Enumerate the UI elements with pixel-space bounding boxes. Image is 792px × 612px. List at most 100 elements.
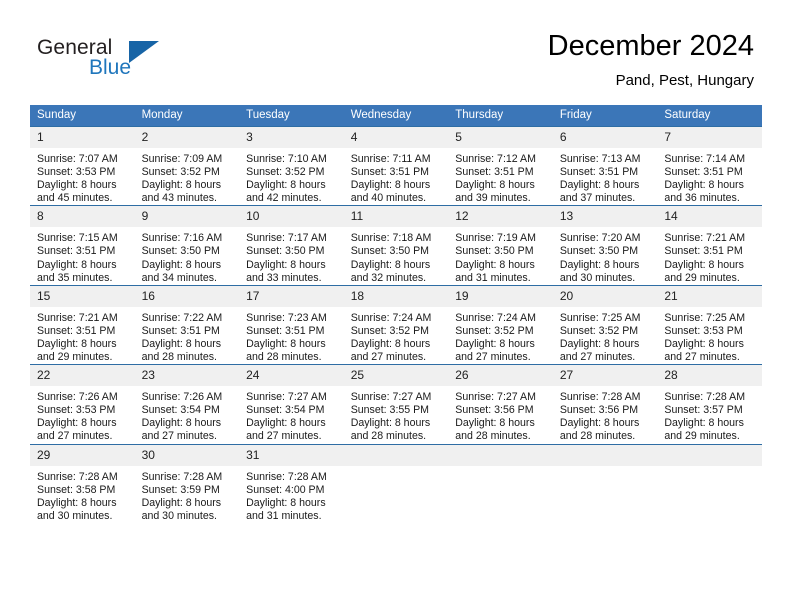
daylight-duration-line2: and 27 minutes. xyxy=(246,430,322,443)
day-details: Sunrise: 7:25 AM Sunset: 3:53 PM Daylight:… xyxy=(657,307,762,364)
calendar-body: 1 Sunrise: 7:07 AM Sunset: 3:53 PM Daylight… xyxy=(30,125,762,523)
calendar-day-cell[interactable]: 12 Sunrise: 7:19 AM Sunset: 3:50 PM Dayligh… xyxy=(448,205,553,286)
day-number xyxy=(343,444,449,466)
calendar-day-cell[interactable]: 18 Sunrise: 7:24 AM Sunset: 3:52 PM Dayligh… xyxy=(343,284,449,365)
daylight-duration-line1: Daylight: 8 hours xyxy=(37,179,117,192)
calendar-day-cell[interactable]: 26 Sunrise: 7:27 AM Sunset: 3:56 PM Dayligh… xyxy=(448,364,553,444)
sunset-time: Sunset: 3:51 PM xyxy=(246,324,325,337)
daylight-duration-line2: and 27 minutes. xyxy=(37,430,113,443)
calendar-page: General Blue December 2024 Pand, Pest, H… xyxy=(0,0,792,612)
calendar-day-cell[interactable]: 2 Sunrise: 7:09 AM Sunset: 3:52 PM Daylight… xyxy=(134,125,240,206)
day-details: Sunrise: 7:27 AM Sunset: 3:54 PM Daylight:… xyxy=(239,386,344,443)
daylight-duration-line1: Daylight: 8 hours xyxy=(37,258,117,271)
calendar-day-cell[interactable]: 24 Sunrise: 7:27 AM Sunset: 3:54 PM Dayligh… xyxy=(239,364,344,444)
calendar-day-cell[interactable]: 4 Sunrise: 7:11 AM Sunset: 3:51 PM Daylight… xyxy=(343,125,449,206)
sunset-time: Sunset: 3:55 PM xyxy=(350,404,430,417)
calendar-day-cell[interactable]: 31 Sunrise: 7:28 AM Sunset: 4:00 PM Dayligh… xyxy=(239,443,344,523)
sunrise-time: Sunrise: 7:27 AM xyxy=(246,391,327,404)
daylight-duration-line1: Daylight: 8 hours xyxy=(141,337,222,350)
day-number: 30 xyxy=(134,444,240,466)
sunset-time: Sunset: 3:56 PM xyxy=(455,404,534,417)
sunset-time: Sunset: 3:51 PM xyxy=(37,324,116,337)
calendar-day-cell[interactable]: 13 Sunrise: 7:20 AM Sunset: 3:50 PM Dayligh… xyxy=(552,205,658,286)
page-header: General Blue December 2024 Pand, Pest, H… xyxy=(0,0,792,96)
daylight-duration-line2: and 37 minutes. xyxy=(559,192,636,205)
daylight-duration-line1: Daylight: 8 hours xyxy=(559,337,640,350)
calendar-day-cell[interactable]: 7 Sunrise: 7:14 AM Sunset: 3:51 PM Daylight… xyxy=(657,125,762,206)
day-details: Sunrise: 7:25 AM Sunset: 3:52 PM Daylight:… xyxy=(553,307,658,364)
day-number: 16 xyxy=(134,285,240,307)
day-number: 28 xyxy=(657,365,762,387)
daylight-duration-line2: and 28 minutes. xyxy=(350,430,427,443)
sunrise-time: Sunrise: 7:17 AM xyxy=(246,232,327,245)
day-number: 8 xyxy=(30,206,135,228)
sunset-time: Sunset: 3:54 PM xyxy=(141,404,220,417)
calendar-day-cell[interactable]: 6 Sunrise: 7:13 AM Sunset: 3:51 PM Daylight… xyxy=(552,125,658,206)
weekday-header-friday: Friday xyxy=(552,105,658,127)
day-number: 7 xyxy=(657,127,762,148)
day-number: 25 xyxy=(343,365,449,387)
calendar-day-cell[interactable]: 9 Sunrise: 7:16 AM Sunset: 3:50 PM Daylight… xyxy=(134,205,240,286)
sunrise-time: Sunrise: 7:11 AM xyxy=(350,153,431,165)
calendar-day-cell[interactable]: 10 Sunrise: 7:17 AM Sunset: 3:50 PM Dayligh… xyxy=(239,205,344,286)
sunrise-time: Sunrise: 7:24 AM xyxy=(350,311,432,324)
day-number: 18 xyxy=(343,285,449,307)
day-details: Sunrise: 7:28 AM Sunset: 3:57 PM Daylight:… xyxy=(657,386,762,443)
daylight-duration-line1: Daylight: 8 hours xyxy=(664,337,744,350)
page-subtitle: Pand, Pest, Hungary xyxy=(615,72,754,89)
day-number: 13 xyxy=(552,206,658,228)
daylight-duration-line1: Daylight: 8 hours xyxy=(664,258,744,271)
calendar-day-cell[interactable]: 29 Sunrise: 7:28 AM Sunset: 3:58 PM Dayligh… xyxy=(30,443,135,523)
general-blue-logo[interactable]: General Blue xyxy=(37,36,237,86)
day-number: 27 xyxy=(552,365,658,387)
calendar-day-cell[interactable]: 3 Sunrise: 7:10 AM Sunset: 3:52 PM Daylight… xyxy=(239,125,344,206)
daylight-duration-line1: Daylight: 8 hours xyxy=(37,337,117,350)
calendar-day-cell[interactable]: 22 Sunrise: 7:26 AM Sunset: 3:53 PM Dayligh… xyxy=(30,364,135,444)
calendar-day-cell[interactable]: 17 Sunrise: 7:23 AM Sunset: 3:51 PM Dayligh… xyxy=(239,284,344,365)
calendar-day-cell[interactable]: 25 Sunrise: 7:27 AM Sunset: 3:55 PM Dayligh… xyxy=(343,364,449,444)
daylight-duration-line1: Daylight: 8 hours xyxy=(37,496,117,509)
sunrise-time: Sunrise: 7:28 AM xyxy=(37,470,118,483)
sunrise-time: Sunrise: 7:25 AM xyxy=(559,311,641,324)
calendar-day-cell[interactable]: 19 Sunrise: 7:24 AM Sunset: 3:52 PM Dayligh… xyxy=(448,284,553,365)
calendar-day-cell[interactable]: 5 Sunrise: 7:12 AM Sunset: 3:51 PM Daylight… xyxy=(448,125,553,206)
daylight-duration-line1: Daylight: 8 hours xyxy=(246,179,326,192)
calendar-day-cell[interactable]: 30 Sunrise: 7:28 AM Sunset: 3:59 PM Dayligh… xyxy=(134,443,240,523)
logo-text-blue: Blue xyxy=(89,56,132,79)
calendar-day-cell[interactable]: 21 Sunrise: 7:25 AM Sunset: 3:53 PM Dayligh… xyxy=(657,284,762,365)
day-details: Sunrise: 7:28 AM Sunset: 3:59 PM Daylight:… xyxy=(135,466,240,523)
sunset-time: Sunset: 3:50 PM xyxy=(455,245,534,258)
day-details: Sunrise: 7:24 AM Sunset: 3:52 PM Daylight:… xyxy=(448,307,553,364)
daylight-duration-line2: and 29 minutes. xyxy=(664,271,740,284)
day-details: Sunrise: 7:21 AM Sunset: 3:51 PM Daylight:… xyxy=(30,307,135,364)
daylight-duration-line2: and 36 minutes. xyxy=(664,192,740,205)
daylight-duration-line2: and 28 minutes. xyxy=(141,351,217,364)
day-number: 15 xyxy=(30,285,135,307)
calendar-day-cell[interactable]: 16 Sunrise: 7:22 AM Sunset: 3:51 PM Dayligh… xyxy=(134,284,240,365)
calendar-day-cell[interactable]: 1 Sunrise: 7:07 AM Sunset: 3:53 PM Daylight… xyxy=(30,125,135,206)
daylight-duration-line2: and 43 minutes. xyxy=(141,192,217,205)
sunrise-time: Sunrise: 7:27 AM xyxy=(455,391,536,404)
calendar-day-cell[interactable]: 20 Sunrise: 7:25 AM Sunset: 3:52 PM Dayligh… xyxy=(552,284,658,365)
sunset-time: Sunset: 3:58 PM xyxy=(37,483,116,496)
sunset-time: Sunset: 3:50 PM xyxy=(350,245,430,258)
calendar-day-cell[interactable]: 28 Sunrise: 7:28 AM Sunset: 3:57 PM Dayligh… xyxy=(657,364,762,444)
calendar-day-cell[interactable]: 27 Sunrise: 7:28 AM Sunset: 3:56 PM Dayligh… xyxy=(552,364,658,444)
day-number: 17 xyxy=(239,285,344,307)
calendar-day-cell[interactable]: 8 Sunrise: 7:15 AM Sunset: 3:51 PM Daylight… xyxy=(30,205,135,286)
calendar-day-cell[interactable]: 11 Sunrise: 7:18 AM Sunset: 3:50 PM Dayligh… xyxy=(343,205,449,286)
sunset-time: Sunset: 3:50 PM xyxy=(141,245,220,258)
daylight-duration-line2: and 27 minutes. xyxy=(141,430,217,443)
daylight-duration-line1: Daylight: 8 hours xyxy=(246,337,326,350)
daylight-duration-line1: Daylight: 8 hours xyxy=(350,417,431,430)
calendar-day-cell[interactable]: 15 Sunrise: 7:21 AM Sunset: 3:51 PM Dayligh… xyxy=(30,284,135,365)
daylight-duration-line2: and 33 minutes. xyxy=(246,271,322,284)
sunset-time: Sunset: 3:53 PM xyxy=(37,166,116,179)
day-number: 5 xyxy=(448,127,553,148)
day-number: 6 xyxy=(552,127,658,148)
calendar-week-row: 15 Sunrise: 7:21 AM Sunset: 3:51 PM Dayligh… xyxy=(30,284,762,365)
calendar-day-cell[interactable]: 23 Sunrise: 7:26 AM Sunset: 3:54 PM Dayligh… xyxy=(134,364,240,444)
day-details: Sunrise: 7:09 AM Sunset: 3:52 PM Daylight:… xyxy=(135,148,240,205)
calendar-day-cell[interactable]: 14 Sunrise: 7:21 AM Sunset: 3:51 PM Dayligh… xyxy=(657,205,762,286)
day-details: Sunrise: 7:07 AM Sunset: 3:53 PM Daylight:… xyxy=(30,148,135,205)
